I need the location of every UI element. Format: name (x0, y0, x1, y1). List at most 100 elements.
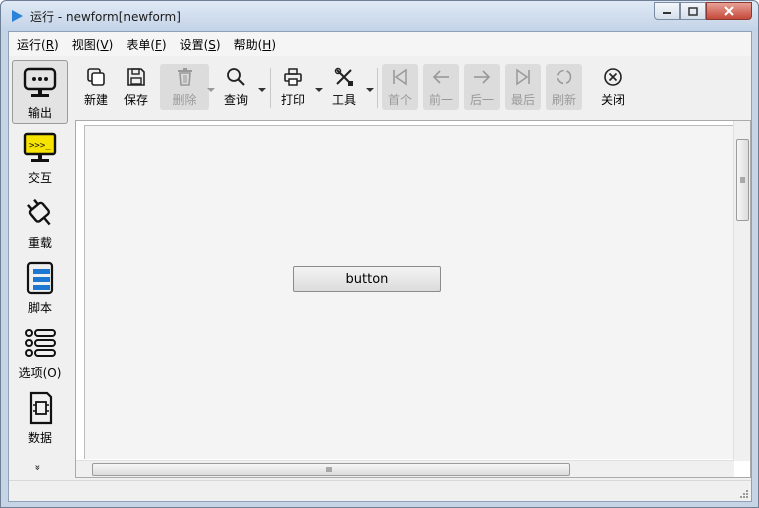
save-icon (125, 66, 147, 88)
form-canvas: button (84, 125, 736, 459)
toolbar-separator (270, 68, 271, 108)
menu-run[interactable]: 运行(R) (12, 34, 64, 55)
menu-run-label: 运行( (17, 37, 46, 52)
menu-settings-key: S (208, 37, 216, 52)
run-app-icon (12, 10, 23, 22)
menu-form[interactable]: 表单(F) (121, 34, 171, 55)
menu-view-key: V (100, 37, 109, 52)
query-button[interactable]: 查询 (218, 64, 254, 110)
menu-settings-label: 设置( (179, 37, 209, 52)
window-title: 运行 - newform[newform] (30, 10, 181, 24)
panel-data-label: 数据 (27, 431, 52, 445)
panel-reload-button[interactable]: 重载 (12, 191, 68, 255)
prev-label: 前一 (428, 93, 453, 107)
tools-dropdown-arrow-icon[interactable] (366, 88, 374, 92)
close-window-button[interactable] (706, 2, 752, 20)
save-button[interactable]: 保存 (118, 64, 154, 110)
refresh-icon (553, 66, 575, 88)
print-label: 打印 (280, 93, 305, 107)
resize-grip-icon[interactable] (738, 488, 748, 498)
panel-output-label: 输出 (27, 106, 52, 120)
horizontal-scrollbar[interactable] (76, 460, 734, 477)
menu-settings[interactable]: 设置(S) (175, 34, 226, 55)
toolbar: 新建 保存 删除 查询 打印 工具 首个 前一 后一 最后 刷新 关闭 (71, 56, 751, 118)
app-window: 运行 - newform[newform] 运行(R) 视图(V) 表单(F) … (0, 0, 759, 508)
menu-view-end: ) (108, 37, 114, 52)
arrow-right-icon (471, 66, 493, 88)
panel-data-button[interactable]: 数据 (12, 386, 68, 450)
print-button[interactable]: 打印 (275, 64, 311, 110)
delete-dropdown-arrow-icon[interactable] (207, 88, 215, 92)
panel-more-chevron-icon[interactable]: » (31, 462, 43, 473)
panel-options-label: 选项(O) (18, 366, 62, 380)
query-dropdown-arrow-icon[interactable] (258, 88, 266, 92)
panel-output-button[interactable]: 输出 (12, 60, 68, 124)
svg-text:>>>_: >>>_ (29, 141, 51, 151)
new-button[interactable]: 新建 (78, 64, 114, 110)
close-icon (724, 6, 734, 16)
minimize-icon (663, 12, 671, 14)
horizontal-scroll-thumb[interactable] (92, 463, 570, 476)
client-area: 运行(R) 视图(V) 表单(F) 设置(S) 帮助(H) 输出 >>>_ 交互… (8, 31, 752, 502)
title-bar[interactable]: 运行 - newform[newform] (1, 1, 758, 31)
menu-help-key: H (262, 37, 272, 52)
form-canvas-frame: button (75, 120, 751, 478)
skip-last-icon (512, 66, 534, 88)
panel-script-button[interactable]: 脚本 (12, 256, 68, 320)
last-record-button[interactable]: 最后 (505, 64, 541, 110)
menu-form-key: F (155, 37, 162, 52)
printer-icon (282, 66, 304, 88)
grip-icon (740, 177, 745, 183)
tools-button[interactable]: 工具 (326, 64, 362, 110)
menu-help[interactable]: 帮助(H) (229, 34, 281, 55)
menu-settings-end: ) (215, 37, 221, 52)
tools-icon (333, 66, 355, 88)
menu-form-label: 表单( (126, 37, 155, 52)
vertical-scrollbar[interactable] (733, 121, 750, 461)
refresh-button[interactable]: 刷新 (546, 64, 582, 110)
plug-icon (23, 196, 57, 230)
query-label: 查询 (223, 93, 248, 107)
tools-label: 工具 (331, 93, 356, 107)
skip-first-icon (389, 66, 411, 88)
minimize-button[interactable] (654, 2, 680, 20)
status-bar (9, 480, 751, 501)
left-panel: 输出 >>>_ 交互 重载 脚本 选项(O) 数据 » (9, 56, 71, 478)
print-dropdown-arrow-icon[interactable] (315, 88, 323, 92)
menu-form-end: ) (161, 37, 167, 52)
last-label: 最后 (510, 93, 535, 107)
next-label: 后一 (469, 93, 494, 107)
delete-label: 删除 (172, 93, 197, 107)
window-controls (654, 2, 752, 20)
form-button[interactable]: button (293, 266, 441, 292)
delete-button[interactable]: 删除 (160, 64, 209, 110)
options-list-icon (23, 326, 57, 360)
trash-icon (174, 66, 196, 88)
new-label: 新建 (83, 93, 108, 107)
menu-view[interactable]: 视图(V) (67, 34, 119, 55)
new-document-icon (85, 66, 107, 88)
first-record-button[interactable]: 首个 (382, 64, 418, 110)
first-label: 首个 (387, 93, 412, 107)
chip-icon (23, 391, 57, 425)
maximize-button[interactable] (680, 2, 706, 20)
close-label: 关闭 (600, 93, 625, 107)
prev-record-button[interactable]: 前一 (423, 64, 459, 110)
save-label: 保存 (123, 93, 148, 107)
menu-help-end: ) (271, 37, 276, 52)
panel-interact-button[interactable]: >>>_ 交互 (12, 126, 68, 190)
maximize-icon (688, 6, 698, 16)
menu-run-key: R (45, 37, 55, 52)
search-icon (225, 66, 247, 88)
grip-icon (326, 467, 332, 472)
vertical-scroll-thumb[interactable] (736, 139, 749, 221)
arrow-left-icon (430, 66, 452, 88)
panel-reload-label: 重载 (27, 236, 52, 250)
panel-options-button[interactable]: 选项(O) (12, 321, 68, 385)
next-record-button[interactable]: 后一 (464, 64, 500, 110)
menu-bar: 运行(R) 视图(V) 表单(F) 设置(S) 帮助(H) (9, 32, 751, 56)
close-form-button[interactable]: 关闭 (593, 64, 633, 110)
panel-more-label: » (31, 464, 43, 471)
menu-view-label: 视图( (71, 37, 101, 52)
panel-interact-label: 交互 (27, 171, 52, 185)
